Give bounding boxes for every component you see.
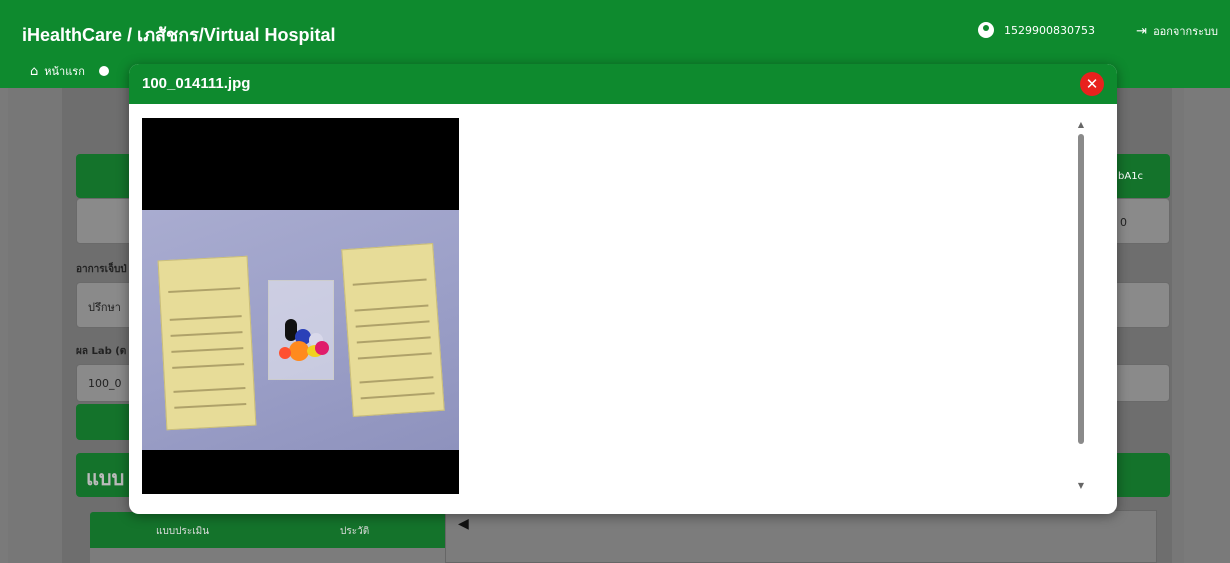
tab-panel	[445, 510, 1157, 563]
tab-history[interactable]: ประวัติ	[340, 524, 369, 539]
user-id: 1529900830753	[1004, 23, 1095, 37]
hba1c-value: 0	[1120, 216, 1127, 229]
collapse-arrow-icon[interactable]: ◀	[458, 516, 469, 532]
lab-button[interactable]	[76, 404, 136, 440]
lab-label: ผล Lab (ต	[76, 346, 127, 357]
modal-scrollbar[interactable]: ▲ ▼	[1075, 120, 1087, 490]
left-instruction-paper	[157, 255, 257, 431]
app-title: iHealthCare / เภสัชกร/Virtual Hospital	[22, 25, 336, 45]
scroll-down-icon[interactable]: ▼	[1076, 481, 1086, 490]
modal-title: 100_014111.jpg	[142, 75, 251, 92]
logout-icon: ⇥	[1136, 23, 1148, 39]
pill-bag	[268, 280, 334, 380]
modal-header: 100_014111.jpg ✕	[129, 64, 1117, 104]
hba1c-label: bA1c	[1118, 171, 1144, 182]
scroll-up-icon[interactable]: ▲	[1076, 120, 1086, 129]
tab-form[interactable]: แบบประเมิน	[156, 524, 209, 539]
logout-label: ออกจากระบบ	[1153, 25, 1218, 38]
home-icon: ⌂	[30, 63, 39, 79]
nav-user-icon	[98, 66, 109, 76]
header-user[interactable]: 1529900830753	[978, 22, 1095, 38]
tab-bar: แบบประเมิน ประวัติ	[90, 512, 445, 548]
logout-button[interactable]: ⇥ ออกจากระบบ	[1136, 22, 1218, 40]
lab-value: 100_0	[88, 377, 122, 390]
user-icon	[978, 22, 995, 38]
photo-content	[142, 210, 459, 450]
nav-home[interactable]: ⌂ หน้าแรก	[30, 62, 109, 80]
symptom-label: อาการเจ็บป่	[76, 264, 127, 275]
image-modal: 100_014111.jpg ✕ ▲ ▼	[129, 64, 1117, 514]
scroll-thumb[interactable]	[1078, 134, 1084, 444]
symptom-value: ปรึกษา	[88, 301, 121, 314]
form-section-title: แบบ	[86, 466, 125, 490]
tab-panel-left	[90, 548, 445, 563]
right-instruction-paper	[341, 242, 445, 418]
close-icon[interactable]: ✕	[1080, 72, 1104, 96]
nav-home-label: หน้าแรก	[44, 65, 85, 78]
medication-photo	[142, 118, 459, 494]
